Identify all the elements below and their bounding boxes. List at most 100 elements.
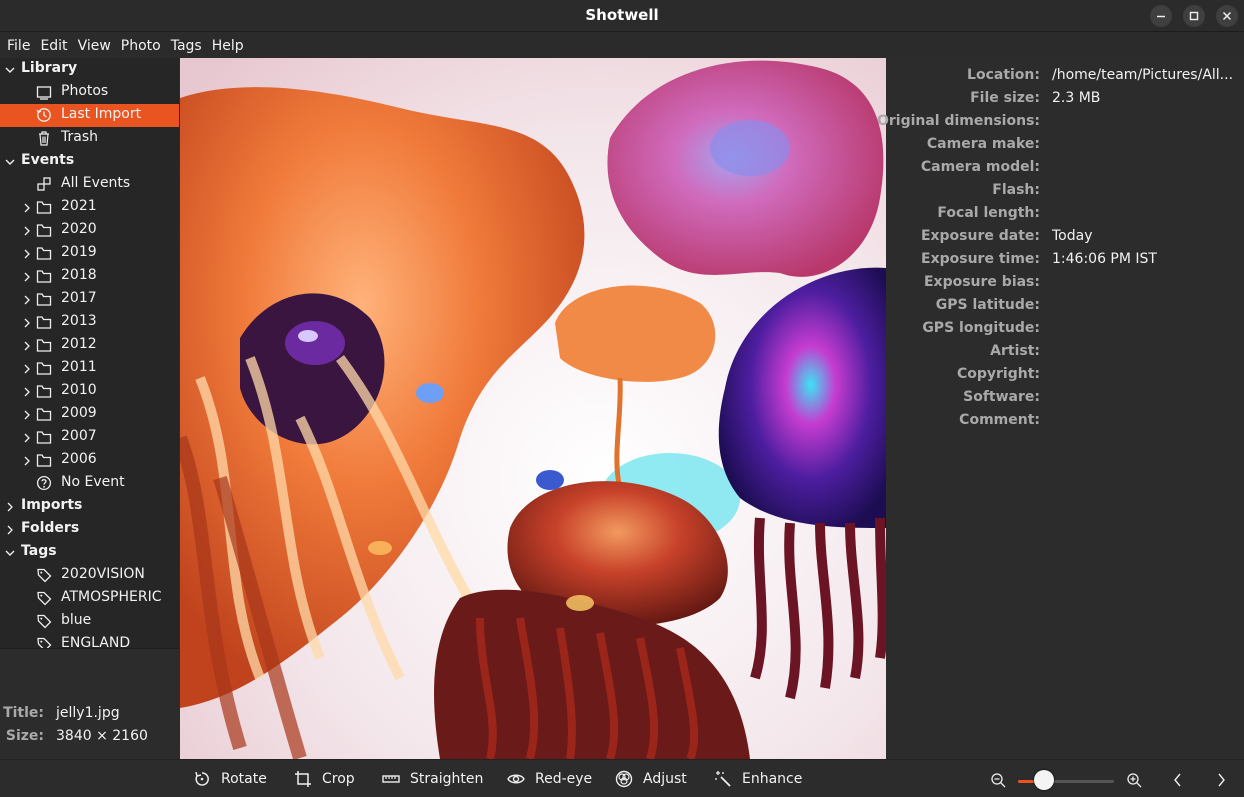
sidebar-item-tag-2020vision-label: 2020VISION <box>61 566 145 582</box>
zoom-in-button[interactable] <box>1126 770 1142 790</box>
chevron-right-icon[interactable] <box>21 294 33 306</box>
redeye-label: Red-eye <box>535 771 593 787</box>
menu-photo[interactable]: Photo <box>121 38 161 54</box>
meta-key-comment: Comment: <box>959 412 1040 428</box>
sidebar-item-event-2009[interactable]: 2009 <box>0 403 179 426</box>
sidebar-item-event-2018[interactable]: 2018 <box>0 265 179 288</box>
sidebar-item-trash[interactable]: Trash <box>0 127 179 150</box>
sidebar-item-tag-blue[interactable]: blue <box>0 610 179 633</box>
enhance-button[interactable]: Enhance <box>714 768 802 790</box>
tag-icon <box>36 636 52 648</box>
sidebar-item-event-2013-label: 2013 <box>61 313 97 329</box>
sidebar-item-event-2020[interactable]: 2020 <box>0 219 179 242</box>
chevron-down-icon[interactable] <box>4 64 16 76</box>
chevron-right-icon[interactable] <box>21 340 33 352</box>
sidebar-item-event-2010-label: 2010 <box>61 382 97 398</box>
sidebar-header-tags[interactable]: Tags <box>0 541 179 564</box>
redeye-button[interactable]: Red-eye <box>507 768 592 790</box>
chevron-right-icon[interactable] <box>21 386 33 398</box>
folder-icon <box>36 429 52 445</box>
all-events-icon <box>36 176 52 192</box>
chevron-down-icon[interactable] <box>4 547 16 559</box>
sidebar-item-no-event-label: No Event <box>61 474 125 490</box>
adjust-icon <box>615 770 633 788</box>
next-photo-button[interactable] <box>1213 770 1229 790</box>
zoom-slider[interactable] <box>1018 780 1114 783</box>
minimize-button[interactable] <box>1150 5 1172 27</box>
meta-key-focal-length: Focal length: <box>937 205 1040 221</box>
chevron-right-icon[interactable] <box>21 432 33 444</box>
chevron-right-icon[interactable] <box>21 225 33 237</box>
straighten-button[interactable]: Straighten <box>382 768 483 790</box>
rotate-icon <box>195 771 209 786</box>
sidebar-item-event-2012[interactable]: 2012 <box>0 334 179 357</box>
tag-icon <box>36 590 52 606</box>
sidebar-item-tag-blue-label: blue <box>61 612 92 628</box>
menu-bar: File Edit View Photo Tags Help <box>0 33 1244 58</box>
menu-view[interactable]: View <box>78 38 111 54</box>
zoom-out-icon <box>991 773 1006 788</box>
menu-help[interactable]: Help <box>212 38 244 54</box>
sidebar-item-photos[interactable]: Photos <box>0 81 179 104</box>
sidebar-item-event-2010[interactable]: 2010 <box>0 380 179 403</box>
close-button[interactable] <box>1216 5 1238 27</box>
crop-button[interactable]: Crop <box>294 768 355 790</box>
rotate-button[interactable]: Rotate <box>193 768 267 790</box>
size-value: 3840 × 2160 <box>56 728 148 744</box>
sidebar-header-folders[interactable]: Folders <box>0 518 179 541</box>
menu-tags[interactable]: Tags <box>171 38 202 54</box>
sidebar-item-event-2021-label: 2021 <box>61 198 97 214</box>
sidebar-item-no-event[interactable]: No Event <box>0 472 179 495</box>
sidebar-item-tag-2020vision[interactable]: 2020VISION <box>0 564 179 587</box>
sidebar-item-event-2013[interactable]: 2013 <box>0 311 179 334</box>
chevron-right-icon[interactable] <box>21 271 33 283</box>
menu-edit[interactable]: Edit <box>40 38 67 54</box>
sidebar-item-event-2011[interactable]: 2011 <box>0 357 179 380</box>
sidebar-item-event-2021[interactable]: 2021 <box>0 196 179 219</box>
minimize-icon <box>1157 15 1165 18</box>
history-icon <box>36 107 52 123</box>
sidebar-item-tag-england[interactable]: ENGLAND <box>0 633 179 648</box>
close-icon <box>1222 11 1232 21</box>
sidebar-item-all-events[interactable]: All Events <box>0 173 179 196</box>
chevron-right-icon[interactable] <box>21 455 33 467</box>
meta-key-file-size: File size: <box>970 90 1040 106</box>
previous-photo-button[interactable] <box>1170 770 1186 790</box>
chevron-right-icon[interactable] <box>4 524 16 536</box>
maximize-button[interactable] <box>1183 5 1205 27</box>
chevron-right-icon[interactable] <box>21 202 33 214</box>
sidebar-item-event-2006[interactable]: 2006 <box>0 449 179 472</box>
zoom-out-button[interactable] <box>990 770 1006 790</box>
help-icon <box>36 475 52 491</box>
chevron-right-icon <box>1218 773 1225 787</box>
chevron-right-icon[interactable] <box>21 248 33 260</box>
folder-icon <box>36 199 52 215</box>
meta-key-exposure-time: Exposure time: <box>921 251 1040 267</box>
sidebar-item-event-2011-label: 2011 <box>61 359 97 375</box>
sidebar-header-events[interactable]: Events <box>0 150 179 173</box>
meta-value-exposure-date: Today <box>1052 228 1093 244</box>
sidebar-item-event-2007[interactable]: 2007 <box>0 426 179 449</box>
sidebar-header-library[interactable]: Library <box>0 58 179 81</box>
sidebar-item-event-2019[interactable]: 2019 <box>0 242 179 265</box>
chevron-right-icon[interactable] <box>21 317 33 329</box>
chevron-down-icon[interactable] <box>4 156 16 168</box>
sidebar-item-event-2017[interactable]: 2017 <box>0 288 179 311</box>
menu-file[interactable]: File <box>7 38 30 54</box>
meta-key-flash: Flash: <box>992 182 1040 198</box>
chevron-right-icon[interactable] <box>4 501 16 513</box>
enhance-label: Enhance <box>742 771 803 787</box>
zoom-slider-handle[interactable] <box>1033 770 1054 790</box>
folder-icon <box>36 268 52 284</box>
sidebar-item-last-import[interactable]: Last Import <box>0 104 179 127</box>
folder-icon <box>36 314 52 330</box>
crop-label: Crop <box>322 771 355 787</box>
sidebar-item-tag-atmospheric[interactable]: ATMOSPHERIC <box>0 587 179 610</box>
chevron-right-icon[interactable] <box>21 409 33 421</box>
sidebar-header-imports[interactable]: Imports <box>0 495 179 518</box>
adjust-button[interactable]: Adjust <box>615 768 687 790</box>
meta-key-exposure-date: Exposure date: <box>920 228 1040 244</box>
chevron-right-icon[interactable] <box>21 363 33 375</box>
photo-viewer[interactable] <box>180 58 886 759</box>
window-title: Shotwell <box>585 6 659 24</box>
